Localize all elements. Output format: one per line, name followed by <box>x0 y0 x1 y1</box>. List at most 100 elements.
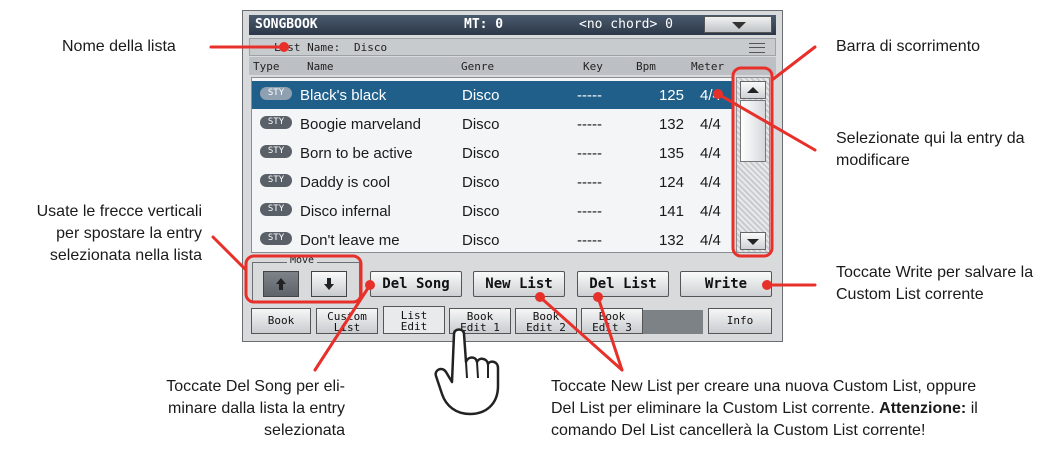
move-label: Move <box>287 255 318 266</box>
annotation-line: Toccate New List per creare una nuova Cu… <box>551 378 977 395</box>
menu-icon[interactable] <box>749 43 765 53</box>
row-meter: 4/4 <box>700 174 721 191</box>
annotation-text: il <box>970 400 978 417</box>
row-name: Black's black <box>300 87 387 104</box>
col-bpm: Bpm <box>636 60 656 73</box>
row-meter: 4/4 <box>700 145 721 162</box>
list-name-value: Disco <box>354 41 388 54</box>
annotation-warning: Attenzione: <box>879 400 967 417</box>
row-bpm: 125 <box>658 87 684 104</box>
tab-custom-list[interactable]: Custom List <box>316 308 378 334</box>
annotation-move-arrows: Usate le frecce verticali per spostare l… <box>0 201 202 267</box>
row-name: Boogie marveland <box>300 116 421 133</box>
title-bar: SONGBOOK MT: 0 <no chord> 0 <box>249 15 776 35</box>
scroll-thumb[interactable] <box>740 100 766 162</box>
row-genre: Disco <box>462 203 500 220</box>
annotation-line: Selezionate qui la entry da <box>836 130 1025 147</box>
col-name: Name <box>307 60 334 73</box>
annotation-list-name: Nome della lista <box>62 38 176 55</box>
style-type-badge: STY <box>260 116 292 129</box>
arrow-down-icon <box>747 239 759 245</box>
annotation-line: comando Del List cancellerà la Custom Li… <box>551 422 926 439</box>
row-bpm: 135 <box>658 145 684 162</box>
move-down-button[interactable] <box>311 271 347 297</box>
row-key: ----- <box>577 87 602 104</box>
scroll-up-button[interactable] <box>740 81 766 99</box>
row-genre: Disco <box>462 232 500 249</box>
tab-bar-filler <box>643 310 703 334</box>
style-type-badge: STY <box>260 174 292 187</box>
move-group: Move <box>252 255 360 302</box>
annotation-new-del-list: Toccate New List per creare una nuova Cu… <box>551 376 1051 442</box>
annotation-line: Custom List corrente <box>836 286 984 303</box>
tab-label: List <box>333 321 361 334</box>
tab-book-edit-2[interactable]: Book Edit 2 <box>515 308 577 334</box>
del-list-button[interactable]: Del List <box>577 271 669 297</box>
row-key: ----- <box>577 174 602 191</box>
row-meter: 4/4 <box>700 87 721 104</box>
annotation-line: Toccate Del Song per eli- <box>166 378 345 395</box>
table-row[interactable]: STY Born to be active Disco ----- 135 4/… <box>252 139 733 167</box>
arrow-up-icon <box>276 278 286 290</box>
col-key: Key <box>583 60 603 73</box>
page-menu-button[interactable] <box>704 16 772 33</box>
row-bpm: 132 <box>658 116 684 133</box>
new-list-button[interactable]: New List <box>473 271 565 297</box>
table-row[interactable]: STY Black's black Disco ----- 125 4/4 <box>252 81 733 109</box>
row-genre: Disco <box>462 145 500 162</box>
row-key: ----- <box>577 203 602 220</box>
tab-book[interactable]: Book <box>251 308 311 334</box>
scrollbar[interactable] <box>736 77 770 253</box>
style-type-badge: STY <box>260 145 292 158</box>
annotation-line: selezionata nella lista <box>49 247 202 264</box>
row-genre: Disco <box>462 116 500 133</box>
write-button[interactable]: Write <box>680 271 772 297</box>
move-up-button[interactable] <box>263 271 299 297</box>
annotation-line: minare dalla lista la entry <box>168 400 345 417</box>
master-transpose: MT: 0 <box>464 17 504 32</box>
row-bpm: 132 <box>658 232 684 249</box>
col-genre: Genre <box>461 60 495 73</box>
tab-label: Edit 3 <box>592 321 632 334</box>
tab-label: Info <box>726 314 754 327</box>
style-type-badge: STY <box>260 203 292 216</box>
tab-label: Book <box>267 314 295 327</box>
tab-info[interactable]: Info <box>708 308 772 334</box>
table-row[interactable]: STY Disco infernal Disco ----- 141 4/4 <box>252 197 733 225</box>
scroll-down-button[interactable] <box>740 232 766 250</box>
row-key: ----- <box>577 116 602 133</box>
del-song-button[interactable]: Del Song <box>370 271 462 297</box>
row-bpm: 141 <box>658 203 684 220</box>
table-row[interactable]: STY Daddy is cool Disco ----- 124 4/4 <box>252 168 733 196</box>
row-bpm: 124 <box>658 174 684 191</box>
table-row[interactable]: STY Don't leave me Disco ----- 132 4/4 <box>252 226 733 252</box>
row-genre: Disco <box>462 174 500 191</box>
annotation-line: modificare <box>836 152 910 169</box>
annotation-del-song: Toccate Del Song per eli- minare dalla l… <box>60 376 345 442</box>
column-header: Type Name Genre Key Bpm Meter <box>249 57 776 75</box>
annotation-line: Del List per eliminare la Custom List co… <box>551 398 1051 420</box>
table-row[interactable]: STY Boogie marveland Disco ----- 132 4/4 <box>252 110 733 138</box>
annotation-line: Usate le frecce verticali <box>36 203 202 220</box>
tab-label: Edit 2 <box>526 321 566 334</box>
style-type-badge: STY <box>260 232 292 245</box>
chevron-down-icon <box>732 22 746 29</box>
list-name-label: List Name: <box>274 41 341 54</box>
row-name: Disco infernal <box>300 203 391 220</box>
chord-display: <no chord> 0 <box>579 17 673 32</box>
annotation-select-entry: Selezionate qui la entry da modificare <box>836 128 1025 172</box>
song-list: STY Black's black Disco ----- 125 4/4 ST… <box>251 77 734 253</box>
annotation-line: Toccate Write per salvare la <box>836 264 1034 281</box>
row-meter: 4/4 <box>700 203 721 220</box>
style-type-badge: STY <box>260 87 292 100</box>
row-meter: 4/4 <box>700 232 721 249</box>
row-meter: 4/4 <box>700 116 721 133</box>
annotation-scrollbar: Barra di scorrimento <box>836 38 981 55</box>
annotation-line: selezionata <box>264 422 345 439</box>
page-title: SONGBOOK <box>255 17 318 32</box>
row-name: Don't leave me <box>300 232 400 249</box>
tab-book-edit-3[interactable]: Book Edit 3 <box>581 308 643 334</box>
list-name-bar[interactable]: List Name: Disco <box>249 38 776 56</box>
annotation-text: Del List per eliminare la Custom List co… <box>551 400 875 417</box>
annotation-line: per spostare la entry <box>56 225 202 242</box>
